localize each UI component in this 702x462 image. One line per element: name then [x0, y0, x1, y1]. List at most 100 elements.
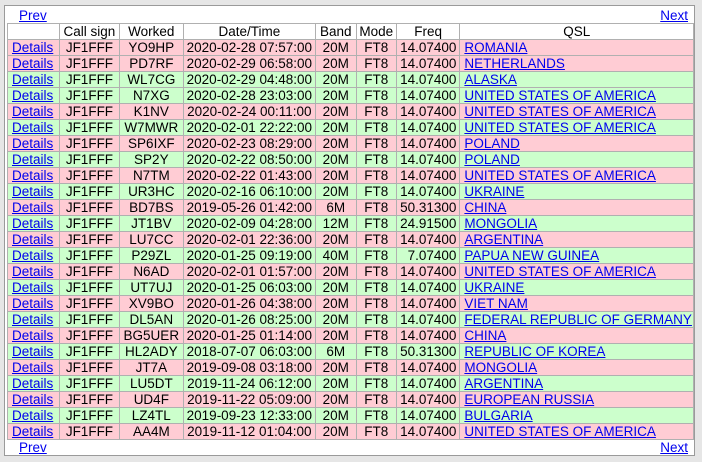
datetime-cell: 2020-02-22 01:43:00 — [183, 168, 316, 184]
details-link[interactable]: Details — [12, 264, 53, 279]
qsl-link[interactable]: ROMANIA — [464, 40, 527, 55]
qsl-link[interactable]: UNITED STATES OF AMERICA — [464, 88, 656, 103]
details-link[interactable]: Details — [12, 200, 53, 215]
call-sign-cell: JF1FFF — [59, 56, 120, 72]
details-link[interactable]: Details — [12, 376, 53, 391]
band-cell: 12M — [315, 216, 357, 232]
details-link[interactable]: Details — [12, 168, 53, 183]
call-sign-cell: JF1FFF — [59, 424, 120, 440]
next-link-bottom[interactable]: Next — [660, 440, 688, 456]
qsl-link[interactable]: UNITED STATES OF AMERICA — [464, 168, 656, 183]
band-cell: 20M — [315, 232, 357, 248]
details-link[interactable]: Details — [12, 120, 53, 135]
qsl-link[interactable]: REPUBLIC OF KOREA — [464, 344, 605, 359]
band-cell: 20M — [315, 168, 357, 184]
datetime-cell: 2020-02-16 06:10:00 — [183, 184, 316, 200]
details-link[interactable]: Details — [12, 312, 53, 327]
qsl-link[interactable]: CHINA — [464, 200, 506, 215]
qsl-cell: BULGARIA — [460, 408, 694, 424]
qsl-link[interactable]: UKRAINE — [464, 184, 524, 199]
table-row: Details JF1FFF N7TM 2020-02-22 01:43:00 20M F… — [7, 168, 694, 184]
qsl-link[interactable]: UKRAINE — [464, 280, 524, 295]
qsl-link[interactable]: UNITED STATES OF AMERICA — [464, 264, 656, 279]
details-link[interactable]: Details — [12, 392, 53, 407]
qsl-link[interactable]: VIET NAM — [464, 296, 528, 311]
details-link[interactable]: Details — [12, 296, 53, 311]
qsl-cell: ARGENTINA — [460, 376, 694, 392]
mode-cell: FT8 — [356, 56, 397, 72]
qsl-link[interactable]: POLAND — [464, 136, 520, 151]
qsl-link[interactable]: ARGENTINA — [464, 232, 543, 247]
qsl-cell: UKRAINE — [460, 280, 694, 296]
qsl-cell: UNITED STATES OF AMERICA — [460, 88, 694, 104]
qsl-link[interactable]: POLAND — [464, 152, 520, 167]
call-sign-cell: JF1FFF — [59, 264, 120, 280]
details-link[interactable]: Details — [12, 328, 53, 343]
details-link[interactable]: Details — [12, 408, 53, 423]
details-link[interactable]: Details — [12, 280, 53, 295]
freq-cell: 14.07400 — [396, 376, 461, 392]
table-header-row: Call sign Worked Date/Time Band Mode Fre… — [7, 23, 694, 40]
details-link[interactable]: Details — [12, 344, 53, 359]
call-sign-cell: JF1FFF — [59, 200, 120, 216]
details-link[interactable]: Details — [12, 248, 53, 263]
prev-link-top[interactable]: Prev — [19, 8, 47, 24]
worked-cell: PD7RF — [119, 56, 184, 72]
freq-cell: 14.07400 — [396, 40, 461, 56]
details-link[interactable]: Details — [12, 216, 53, 231]
datetime-cell: 2020-01-25 09:19:00 — [183, 248, 316, 264]
mode-cell: FT8 — [356, 344, 397, 360]
band-cell: 20M — [315, 184, 357, 200]
details-link[interactable]: Details — [12, 424, 53, 439]
freq-cell: 14.07400 — [396, 104, 461, 120]
call-sign-cell: JF1FFF — [59, 296, 120, 312]
details-link[interactable]: Details — [12, 136, 53, 151]
table-row: Details JF1FFF LU5DT 2019-11-24 06:12:00 20M… — [7, 376, 694, 392]
band-cell: 20M — [315, 56, 357, 72]
details-link[interactable]: Details — [12, 232, 53, 247]
qsl-link[interactable]: ARGENTINA — [464, 376, 543, 391]
details-link[interactable]: Details — [12, 104, 53, 119]
details-link[interactable]: Details — [12, 88, 53, 103]
mode-cell: FT8 — [356, 312, 397, 328]
qsl-link[interactable]: CHINA — [464, 328, 506, 343]
details-link[interactable]: Details — [12, 72, 53, 87]
details-link[interactable]: Details — [12, 56, 53, 71]
mode-cell: FT8 — [356, 360, 397, 376]
next-link-top[interactable]: Next — [660, 8, 688, 24]
qsl-link[interactable]: BULGARIA — [464, 408, 532, 423]
qsl-link[interactable]: NETHERLANDS — [464, 56, 565, 71]
call-sign-cell: JF1FFF — [59, 344, 120, 360]
qsl-link[interactable]: UNITED STATES OF AMERICA — [464, 104, 656, 119]
qsl-cell: EUROPEAN RUSSIA — [460, 392, 694, 408]
datetime-cell: 2020-02-23 08:29:00 — [183, 136, 316, 152]
qsl-link[interactable]: ALASKA — [464, 72, 517, 87]
qsl-cell: UKRAINE — [460, 184, 694, 200]
qsl-cell: UNITED STATES OF AMERICA — [460, 264, 694, 280]
table-row: Details JF1FFF XV9BO 2020-01-26 04:38:00 20M… — [7, 296, 694, 312]
details-link[interactable]: Details — [12, 40, 53, 55]
mode-cell: FT8 — [356, 232, 397, 248]
datetime-cell: 2020-02-28 23:03:00 — [183, 88, 316, 104]
call-sign-cell: JF1FFF — [59, 328, 120, 344]
details-cell: Details — [7, 248, 60, 264]
qsl-link[interactable]: MONGOLIA — [464, 360, 537, 375]
freq-cell: 50.31300 — [396, 200, 461, 216]
qsl-link[interactable]: FEDERAL REPUBLIC OF GERMANY — [464, 312, 692, 327]
qsl-cell: UNITED STATES OF AMERICA — [460, 104, 694, 120]
worked-cell: SP6IXF — [119, 136, 184, 152]
call-sign-cell: JF1FFF — [59, 216, 120, 232]
details-link[interactable]: Details — [12, 360, 53, 375]
qsl-link[interactable]: UNITED STATES OF AMERICA — [464, 120, 656, 135]
qsl-link[interactable]: EUROPEAN RUSSIA — [464, 392, 594, 407]
qsl-link[interactable]: UNITED STATES OF AMERICA — [464, 424, 656, 439]
qsl-link[interactable]: PAPUA NEW GUINEA — [464, 248, 599, 263]
worked-cell: XV9BO — [119, 296, 184, 312]
details-link[interactable]: Details — [12, 152, 53, 167]
mode-cell: FT8 — [356, 88, 397, 104]
mode-cell: FT8 — [356, 184, 397, 200]
qsl-link[interactable]: MONGOLIA — [464, 216, 537, 231]
prev-link-bottom[interactable]: Prev — [19, 440, 47, 456]
band-cell: 20M — [315, 136, 357, 152]
details-link[interactable]: Details — [12, 184, 53, 199]
